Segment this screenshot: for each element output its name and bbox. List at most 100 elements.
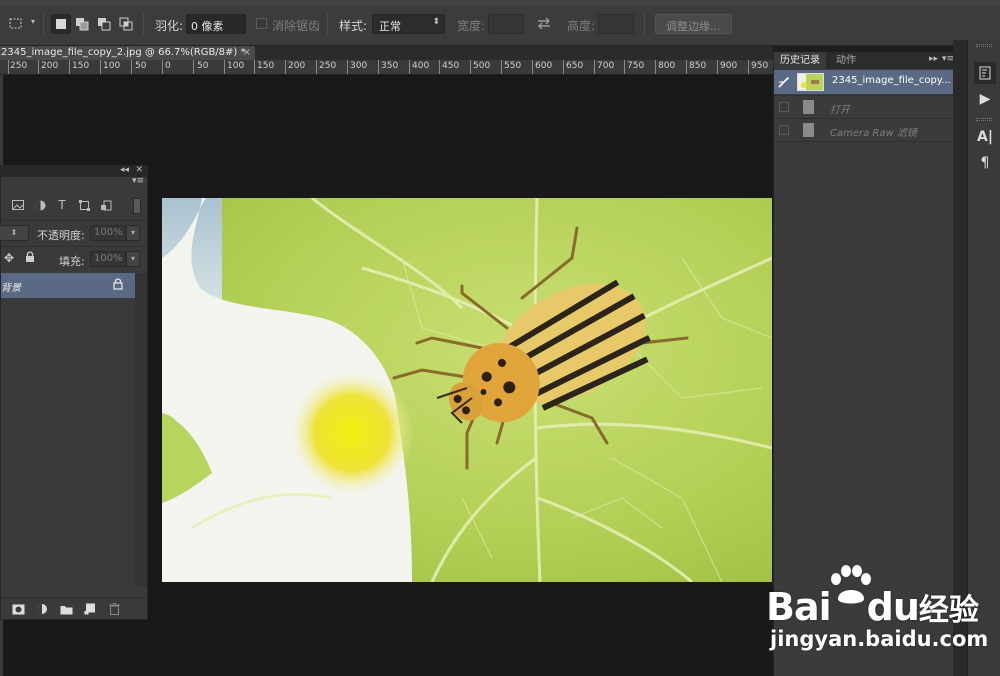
new-selection-icon[interactable] [51, 14, 71, 34]
dock-grip[interactable] [976, 118, 992, 121]
new-adjustment-layer-icon[interactable] [35, 602, 49, 616]
filter-pixel-icon[interactable] [11, 198, 25, 212]
ruler-label: 550 [504, 61, 522, 71]
opacity-dropdown-icon[interactable]: ▾ [126, 225, 140, 241]
history-tab-bar: 历史记录 动作 ▸▸ ▾≡ [774, 52, 954, 69]
separator [43, 12, 44, 36]
layer-filter-row: T [1, 194, 147, 220]
close-panel-icon[interactable]: ✕ [135, 165, 143, 175]
add-mask-icon[interactable] [11, 602, 25, 616]
new-group-icon[interactable] [59, 602, 73, 616]
history-step-label: Camera Raw 滤镜 [830, 128, 917, 139]
ruler-label: 250 [10, 61, 28, 71]
width-input[interactable] [488, 14, 524, 34]
subtract-from-selection-icon[interactable] [94, 14, 114, 34]
filter-type-icon[interactable]: T [55, 198, 69, 212]
brand-cn: 经验 [918, 593, 979, 628]
history-panel-icon[interactable] [974, 62, 996, 84]
antialias-checkbox[interactable] [256, 18, 267, 29]
options-bar: ▾ 羽化: 0 像素 消除锯齿 样式: 正常 ⬍ 宽度: 高度: 调整边缘... [0, 0, 1000, 46]
layers-panel-menu: ▾≡ [1, 176, 147, 189]
ruler-label: 800 [658, 61, 676, 71]
layers-footer [1, 597, 147, 619]
document-image[interactable] [162, 198, 772, 582]
style-select[interactable]: 正常 ⬍ [372, 14, 445, 34]
ruler-label: 700 [597, 61, 615, 71]
close-tab-icon[interactable]: × [243, 46, 251, 60]
tab-actions[interactable]: 动作 [830, 52, 862, 69]
ruler-label: 200 [41, 61, 59, 71]
ruler-label: 350 [381, 61, 399, 71]
intersect-selection-icon[interactable] [116, 14, 136, 34]
antialias-label: 消除锯齿 [272, 19, 321, 33]
dock-grip[interactable] [976, 44, 992, 47]
ruler-label: 250 [319, 61, 337, 71]
collapse-panel-icon[interactable]: ▸▸ [929, 54, 938, 64]
ruler-label: 650 [566, 61, 584, 71]
marquee-tool-preset-icon[interactable] [6, 14, 26, 34]
ruler-label: 300 [350, 61, 368, 71]
opacity-input[interactable]: 100% [90, 225, 126, 241]
character-panel-icon[interactable]: A| [974, 126, 996, 148]
document-tab[interactable]: 2345_image_file_copy_2.jpg @ 66.7%(RGB/8… [0, 46, 255, 60]
ruler-label: 150 [72, 61, 90, 71]
ruler-label: 750 [627, 61, 645, 71]
preset-dropdown-icon[interactable]: ▾ [31, 17, 35, 37]
swap-width-height-icon[interactable] [536, 16, 552, 36]
panel-menu-icon[interactable]: ▾≡ [132, 176, 144, 186]
watermark: Bai du经验 jingyan.baidu.com [760, 565, 996, 665]
history-brush-icon[interactable] [778, 76, 791, 91]
ruler-label: 50 [135, 61, 147, 71]
history-step[interactable]: Camera Raw 滤镜 [774, 119, 953, 141]
history-state-checkbox[interactable] [779, 125, 789, 135]
ruler-label: 600 [535, 61, 553, 71]
feather-input[interactable]: 0 像素 [186, 14, 246, 34]
style-select-value: 正常 [379, 20, 401, 33]
horizontal-ruler: 250 200 150 100 50 0 50 100 150 200 250 … [0, 60, 773, 75]
collapse-panel-icon[interactable]: ◂◂ [120, 165, 129, 175]
ruler-label: 0 [165, 61, 171, 71]
document-icon [803, 123, 814, 137]
filter-smart-object-icon[interactable] [99, 198, 113, 212]
fill-label: 填充: [59, 255, 85, 268]
layers-panel: ◂◂ ✕ ▾≡ T ⬍ 不透明度: 100% ▾ ✥ 填充: 100% ▾ 背景 [0, 165, 148, 620]
filter-adjustment-icon[interactable] [33, 198, 47, 212]
watermark-url: jingyan.baidu.com [770, 627, 989, 651]
filter-toggle[interactable] [133, 198, 141, 214]
lock-position-icon[interactable]: ✥ [4, 251, 14, 265]
style-label: 样式: [339, 19, 368, 33]
filter-shape-icon[interactable] [77, 198, 91, 212]
layer-name: 背景 [1, 283, 21, 294]
layers-scrollbar[interactable] [135, 273, 147, 586]
trash-icon[interactable] [107, 602, 121, 616]
fill-dropdown-icon[interactable]: ▾ [126, 251, 140, 267]
blend-mode-select[interactable]: ⬍ [0, 225, 29, 241]
ruler-label: 200 [288, 61, 306, 71]
document-tab-bar: 2345_image_file_copy_2.jpg @ 66.7%(RGB/8… [0, 46, 773, 60]
play-icon[interactable]: ▶ [974, 88, 996, 110]
layer-lock-icon [113, 278, 123, 293]
layer-row-background[interactable]: 背景 [1, 273, 135, 298]
lock-all-icon[interactable] [25, 251, 35, 266]
fill-input[interactable]: 100% [90, 251, 126, 267]
add-to-selection-icon[interactable] [72, 14, 92, 34]
ruler-label: 950 [751, 61, 769, 71]
brand-latin: Bai [766, 585, 832, 629]
refine-edge-button[interactable]: 调整边缘... [655, 14, 732, 34]
blend-opacity-row: ⬍ 不透明度: 100% ▾ [0, 220, 147, 246]
tab-history[interactable]: 历史记录 [774, 52, 826, 69]
ruler-label: 100 [227, 61, 245, 71]
baidu-logo: Bai du经验 [766, 585, 979, 629]
opacity-label: 不透明度: [37, 229, 85, 242]
history-step[interactable]: 打开 [774, 96, 953, 118]
height-input[interactable] [598, 14, 634, 34]
history-snapshot[interactable]: 2345_image_file_copy... [774, 70, 953, 94]
brand-du: du [866, 585, 920, 629]
new-layer-icon[interactable] [83, 602, 97, 616]
paragraph-icon[interactable]: ¶ [974, 152, 996, 174]
ruler-label: 850 [689, 61, 707, 71]
menu-strip [0, 0, 1000, 6]
separator [143, 12, 144, 36]
history-state-checkbox[interactable] [779, 102, 789, 112]
width-label: 宽度: [457, 19, 486, 33]
